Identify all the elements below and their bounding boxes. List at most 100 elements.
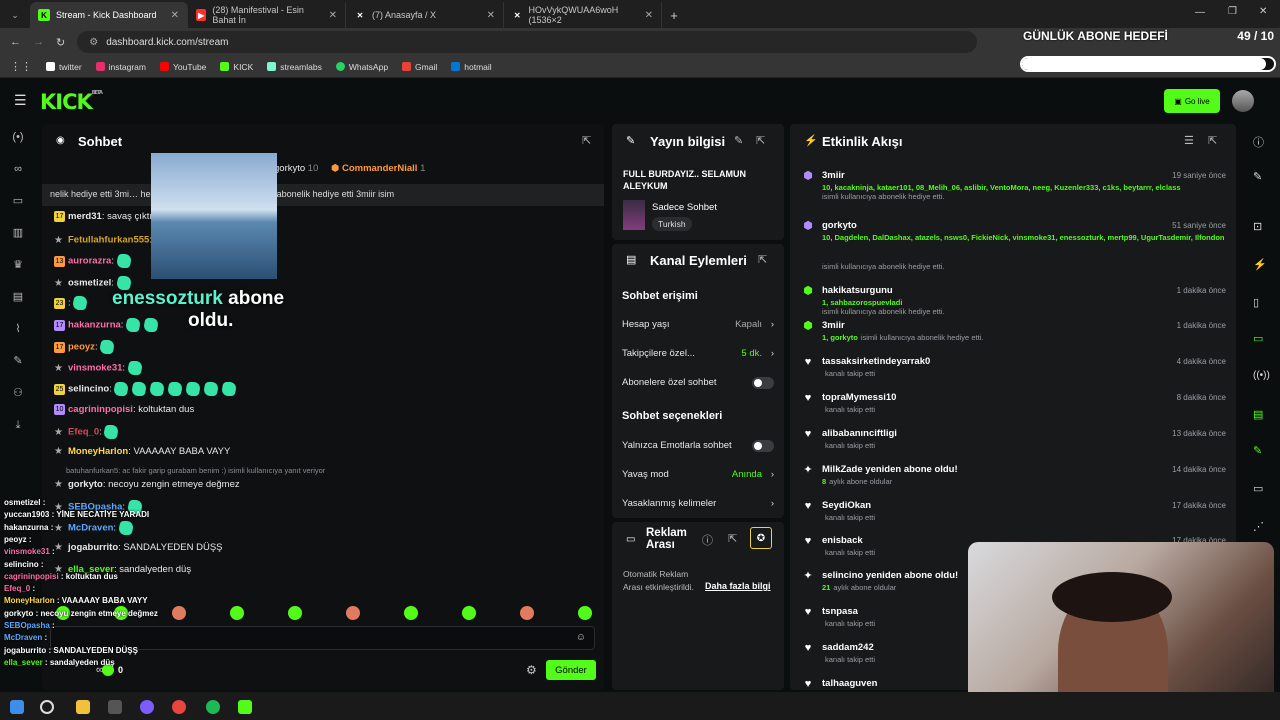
emoji-icon[interactable]: ☺	[576, 632, 586, 643]
emote-button[interactable]	[288, 606, 302, 620]
app-icon[interactable]	[140, 700, 154, 714]
chat-username[interactable]: vinsmoke31	[68, 363, 122, 374]
share-icon[interactable]: ⋰	[1253, 520, 1264, 533]
bookmark-twitter[interactable]: twitter	[46, 62, 82, 72]
account-age-row[interactable]: Hesap yaşı Kapalı ›	[622, 319, 774, 330]
emote-button[interactable]	[404, 606, 418, 620]
activity-username[interactable]: enisback	[822, 535, 863, 546]
send-button[interactable]: Gönder	[546, 660, 596, 680]
wrench-icon[interactable]: ✎	[11, 354, 25, 368]
search-icon[interactable]	[40, 700, 54, 714]
app-icon[interactable]	[108, 700, 122, 714]
emote-button[interactable]	[230, 606, 244, 620]
emote-button[interactable]	[172, 606, 186, 620]
list-icon[interactable]: ▤	[1253, 408, 1263, 421]
chat-username[interactable]: osmetizel	[68, 278, 111, 289]
kick-logo[interactable]: KICKBETA	[40, 90, 103, 114]
reload-icon[interactable]: ↻	[56, 36, 65, 49]
chat-username[interactable]: Efeq_0	[68, 427, 99, 438]
document-icon[interactable]: ▯	[1253, 296, 1259, 309]
emotes-only-toggle[interactable]	[752, 440, 774, 452]
ad-settings-button[interactable]: ✪	[750, 527, 772, 549]
settings-icon[interactable]: ⚙	[526, 663, 537, 677]
activity-username[interactable]: alibabanınciftligi	[822, 428, 897, 439]
avatar[interactable]	[1232, 90, 1254, 112]
download-icon[interactable]: ⤓	[11, 418, 25, 432]
subs-only-toggle[interactable]	[752, 377, 774, 389]
slow-mode-row[interactable]: Yavaş mod Anında ›	[622, 469, 774, 480]
activity-username[interactable]: topraMymessi10	[822, 392, 896, 403]
close-icon[interactable]: ✕	[487, 10, 495, 21]
followers-only-row[interactable]: Takipçilere özel... 5 dk. ›	[622, 348, 774, 359]
broadcast-icon[interactable]: ((•))	[1253, 370, 1270, 381]
popout-icon[interactable]: ⇱	[1208, 134, 1217, 147]
forward-icon[interactable]: →	[33, 36, 44, 48]
bookmark-kick[interactable]: KICK	[220, 62, 253, 72]
chart-icon[interactable]: ▥	[11, 226, 25, 240]
chat-username[interactable]: aurorazra	[68, 256, 111, 267]
more-info-link[interactable]: Daha fazla bilgi	[705, 581, 771, 591]
popout-icon[interactable]: ⇱	[582, 134, 591, 147]
close-icon[interactable]: ✕	[329, 10, 337, 21]
stream-icon[interactable]: (•)	[11, 130, 25, 144]
close-icon[interactable]: ✕	[171, 10, 179, 21]
go-live-button[interactable]: ▣ Go live	[1164, 89, 1220, 113]
activity-username[interactable]: MilkZade yeniden abone oldu!	[822, 464, 958, 475]
edit-icon[interactable]: ✎	[734, 134, 743, 147]
activity-username[interactable]: talhaaguven	[822, 678, 877, 689]
capture-icon[interactable]: ⊡	[1253, 220, 1262, 233]
tab-x-image[interactable]: ✕ HOvVykQWUAA6woH (1536×2 ✕	[504, 2, 662, 28]
bookmark-whatsapp[interactable]: WhatsApp	[335, 62, 388, 72]
tab-kick-dashboard[interactable]: K Stream - Kick Dashboard ✕	[30, 2, 188, 28]
wrench-icon[interactable]: ✎	[1253, 444, 1262, 457]
windows-start-icon[interactable]	[10, 700, 24, 714]
banned-words-row[interactable]: Yasaklanmış kelimeler ›	[622, 498, 774, 509]
popout-icon[interactable]: ⇱	[756, 134, 765, 147]
tab-search-icon[interactable]: ⌄	[0, 2, 30, 28]
activity-username[interactable]: 3miir	[822, 320, 845, 331]
maximize-icon[interactable]: ❐	[1228, 6, 1237, 17]
emote-button[interactable]	[578, 606, 592, 620]
chat-username[interactable]: gorkyto	[68, 479, 103, 490]
layout-icon[interactable]: ▭	[1253, 482, 1263, 495]
site-info-icon[interactable]: ⚙	[89, 37, 98, 48]
emote-button[interactable]	[462, 606, 476, 620]
close-icon[interactable]: ✕	[645, 10, 653, 21]
activity-username[interactable]: tsnpasa	[822, 606, 858, 617]
media-icon[interactable]: ▤	[11, 290, 25, 304]
users-icon[interactable]: ⚇	[11, 386, 25, 400]
bolt-icon[interactable]: ⚡	[1253, 258, 1267, 271]
activity-username[interactable]: gorkyto	[822, 220, 857, 231]
activity-username[interactable]: hakikatsurgunu	[822, 285, 893, 296]
chat-username[interactable]: peoyz	[68, 342, 95, 353]
tab-youtube[interactable]: ▶ (28) Manifestival - Esin Bahat İn ✕	[188, 2, 346, 28]
edit-icon[interactable]: ✎	[1253, 170, 1262, 183]
bookmark-instagram[interactable]: instagram	[95, 62, 146, 72]
new-tab-button[interactable]: +	[662, 2, 686, 28]
filter-icon[interactable]: ☰	[1184, 134, 1194, 147]
bookmark-streamlabs[interactable]: streamlabs	[267, 62, 322, 72]
spotify-icon[interactable]	[206, 700, 220, 714]
trophy-icon[interactable]: ♛	[11, 258, 25, 272]
chrome-icon[interactable]	[172, 700, 186, 714]
activity-username[interactable]: selincino yeniden abone oldu!	[822, 570, 958, 581]
file-explorer-icon[interactable]	[76, 700, 90, 714]
popout-icon[interactable]: ⇱	[758, 253, 767, 266]
activity-username[interactable]: 3miir	[822, 170, 845, 181]
chat-username[interactable]: jogaburrito	[68, 542, 118, 553]
emote-button[interactable]	[520, 606, 534, 620]
kick-icon[interactable]	[238, 700, 252, 714]
category-name[interactable]: Sadece Sohbet	[652, 202, 717, 213]
bookmark-gmail[interactable]: Gmail	[402, 62, 437, 72]
activity-username[interactable]: saddam242	[822, 642, 874, 653]
chat-username[interactable]: McDraven	[68, 523, 113, 534]
activity-username[interactable]: SeydiOkan	[822, 500, 871, 511]
bookmark-hotmail[interactable]: hotmail	[451, 62, 492, 72]
chat-icon[interactable]: ▭	[1253, 332, 1263, 345]
chat-username[interactable]: selincino	[68, 384, 109, 395]
activity-username[interactable]: tassaksirketindeyarrak0	[822, 356, 930, 367]
url-field[interactable]: ⚙ dashboard.kick.com/stream	[77, 31, 978, 53]
chat-username[interactable]: Fetullahfurkan555	[68, 235, 149, 246]
window-close-icon[interactable]: ✕	[1259, 6, 1267, 17]
info-icon[interactable]: ⓘ	[702, 532, 713, 548]
